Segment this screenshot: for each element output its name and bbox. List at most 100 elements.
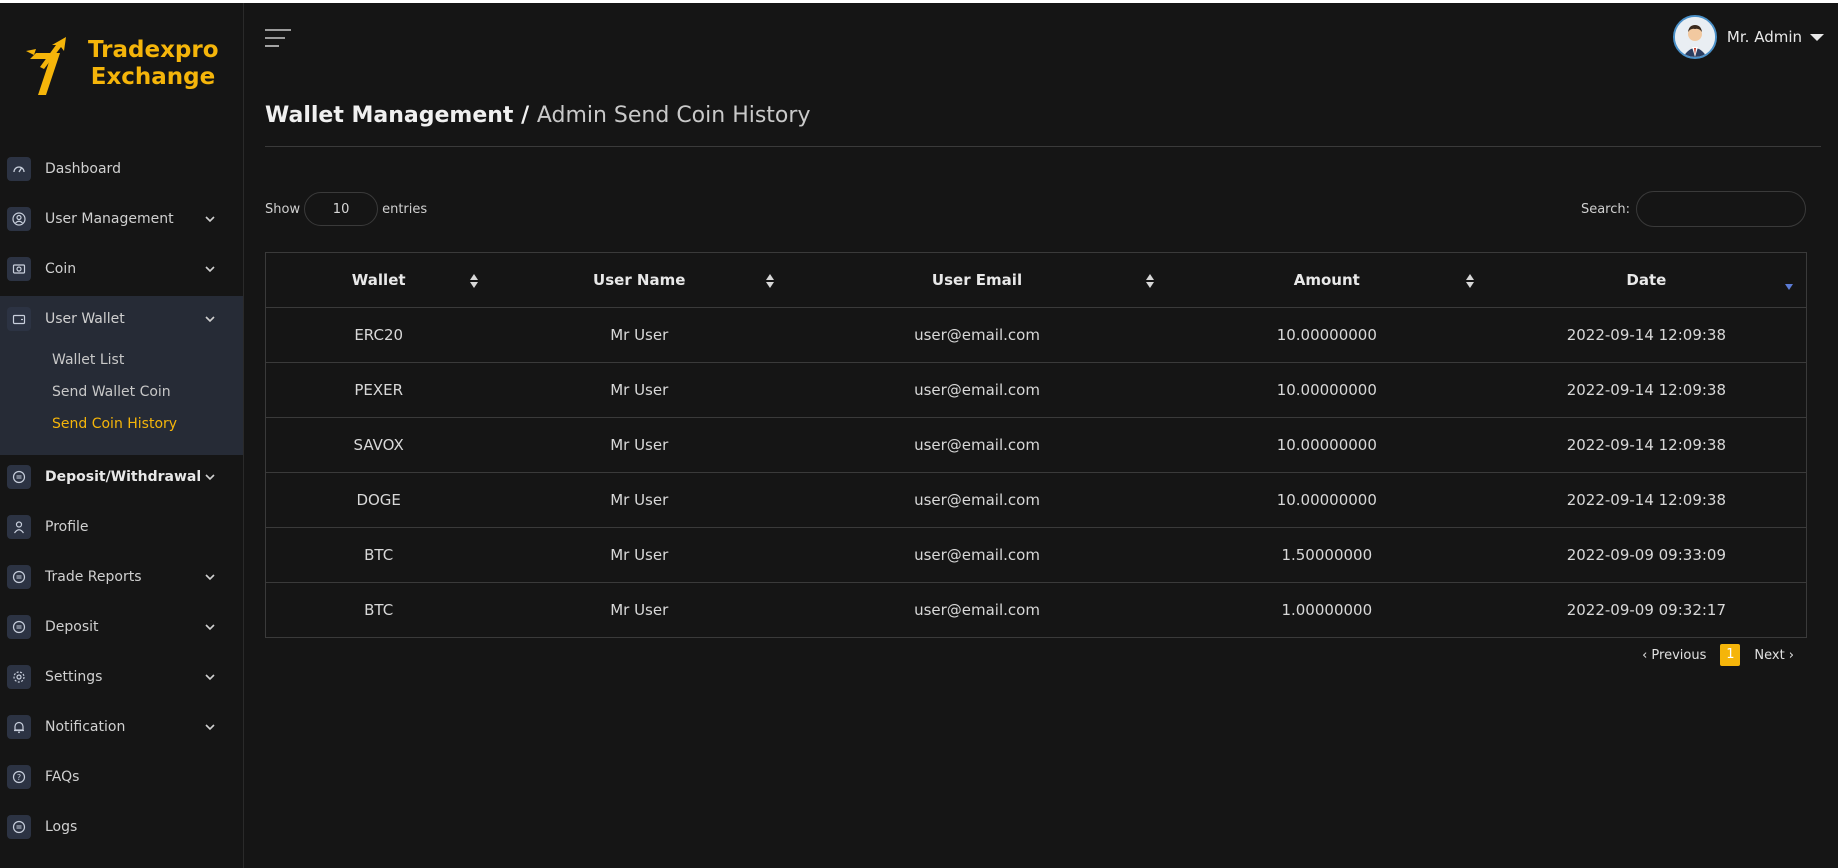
breadcrumb: Admin Send Coin History	[536, 103, 811, 128]
exchange-icon	[7, 565, 31, 589]
cell-amount: 10.00000000	[1166, 362, 1487, 418]
avatar	[1672, 15, 1717, 59]
divider	[265, 146, 1821, 147]
hamburger-menu-icon[interactable]	[265, 27, 291, 49]
gear-icon	[7, 665, 31, 689]
cell-user-email: user@email.com	[787, 307, 1167, 363]
column-header-label: User Email	[931, 271, 1023, 289]
sidebar-item-faqs[interactable]: ? FAQs	[0, 755, 243, 799]
send-coin-history-table: Wallet User Name User Email Amount Date	[265, 252, 1807, 638]
table-row: BTC Mr User user@email.com 1.00000000 20…	[265, 582, 1807, 638]
cell-user-name: Mr User	[491, 362, 788, 418]
cell-user-name: Mr User	[491, 582, 788, 638]
cell-wallet: BTC	[265, 582, 492, 638]
cell-wallet: BTC	[265, 527, 492, 583]
column-header-user-name[interactable]: User Name	[491, 252, 788, 308]
column-header-date[interactable]: Date	[1486, 252, 1807, 308]
sidebar-item-notification[interactable]: Notification	[0, 705, 243, 749]
cell-user-email: user@email.com	[787, 582, 1167, 638]
page-title: Wallet Management / Admin Send Coin Hist…	[265, 103, 810, 128]
coin-icon	[7, 257, 31, 281]
chevron-down-icon	[205, 574, 215, 581]
logo-icon	[26, 37, 66, 95]
table-row: ERC20 Mr User user@email.com 10.00000000…	[265, 307, 1807, 363]
entries-select[interactable]	[304, 192, 379, 226]
sidebar-item-label: Coin	[45, 261, 77, 277]
column-header-label: User Name	[593, 271, 686, 289]
sidebar-item-label: Deposit	[45, 619, 99, 635]
sidebar-subitem-send-coin-history[interactable]: Send Coin History	[52, 416, 177, 432]
sidebar-item-dashboard[interactable]: Dashboard	[0, 147, 243, 191]
cell-user-email: user@email.com	[787, 472, 1167, 528]
user-circle-icon	[7, 207, 31, 231]
cell-date: 2022-09-14 12:09:38	[1486, 362, 1807, 418]
page-title-main: Wallet Management /	[265, 103, 530, 128]
sidebar-item-label: User Wallet	[45, 311, 125, 327]
brand-line1: Tradexpro	[88, 37, 219, 63]
sidebar-item-label: User Management	[45, 211, 174, 227]
sidebar-item-logs[interactable]: Logs	[0, 805, 243, 849]
column-header-wallet[interactable]: Wallet	[265, 252, 492, 308]
sidebar-item-label: Deposit/Withdrawal	[45, 469, 202, 485]
question-icon: ?	[7, 765, 31, 789]
sidebar-item-profile[interactable]: Profile	[0, 505, 243, 549]
search-control: Search:	[1581, 191, 1806, 227]
sidebar-item-trade-reports[interactable]: Trade Reports	[0, 555, 243, 599]
cell-amount: 1.00000000	[1166, 582, 1487, 638]
next-page-button[interactable]: Next ›	[1746, 648, 1802, 663]
chevron-down-icon	[205, 266, 215, 273]
previous-page-button[interactable]: ‹ Previous	[1634, 648, 1714, 663]
chevron-down-icon	[205, 624, 215, 631]
cell-amount: 10.00000000	[1166, 307, 1487, 363]
brand-line2: Exchange	[90, 64, 216, 90]
bell-icon	[7, 715, 31, 739]
pagination: ‹ Previous 1 Next ›	[1634, 644, 1802, 666]
user-icon	[7, 515, 31, 539]
sort-desc-icon	[1785, 284, 1793, 290]
sidebar-item-coin[interactable]: Coin	[0, 247, 243, 291]
brand-logo[interactable]: Tradexpro Exchange	[26, 33, 219, 99]
column-header-amount[interactable]: Amount	[1166, 252, 1487, 308]
sidebar-subitem-send-wallet-coin[interactable]: Send Wallet Coin	[52, 384, 171, 400]
cell-user-name: Mr User	[491, 472, 788, 528]
sort-icon	[766, 274, 775, 288]
entries-length-control: Show entries	[265, 192, 427, 226]
chevron-down-icon	[205, 216, 215, 223]
search-input[interactable]	[1636, 191, 1806, 227]
table-row: SAVOX Mr User user@email.com 10.00000000…	[265, 417, 1807, 473]
sidebar-subitem-wallet-list[interactable]: Wallet List	[52, 352, 124, 368]
cell-user-email: user@email.com	[787, 417, 1167, 473]
current-page-button[interactable]: 1	[1720, 644, 1741, 666]
sidebar-item-label: Notification	[45, 719, 126, 735]
cell-wallet: DOGE	[265, 472, 492, 528]
column-header-label: Wallet	[351, 271, 406, 289]
search-label: Search:	[1580, 201, 1630, 217]
sidebar-item-label: Profile	[45, 519, 89, 535]
cell-amount: 1.50000000	[1166, 527, 1487, 583]
cell-date: 2022-09-14 12:09:38	[1486, 307, 1807, 363]
sidebar-item-label: Trade Reports	[45, 569, 142, 585]
main-content: Mr. Admin Wallet Management / Admin Send…	[245, 3, 1838, 868]
sidebar-item-user-management[interactable]: User Management	[0, 197, 243, 241]
entries-label: entries	[382, 201, 428, 217]
sidebar-item-deposit-withdrawal[interactable]: Deposit/Withdrawal	[0, 455, 243, 499]
cell-wallet: ERC20	[265, 307, 492, 363]
sidebar-item-label: Dashboard	[45, 161, 121, 177]
sort-icon	[470, 274, 479, 288]
caret-down-icon	[1810, 33, 1824, 41]
chevron-down-icon	[205, 724, 215, 731]
cell-wallet: SAVOX	[265, 417, 492, 473]
user-name: Mr. Admin	[1726, 28, 1802, 46]
sidebar-item-settings[interactable]: Settings	[0, 655, 243, 699]
cell-date: 2022-09-09 09:33:09	[1486, 527, 1807, 583]
user-menu[interactable]: Mr. Admin	[1672, 15, 1824, 59]
cell-user-name: Mr User	[491, 527, 788, 583]
sidebar-item-deposit[interactable]: Deposit	[0, 605, 243, 649]
column-header-user-email[interactable]: User Email	[787, 252, 1167, 308]
table-row: PEXER Mr User user@email.com 10.00000000…	[265, 362, 1807, 418]
sidebar-item-label: Settings	[45, 669, 103, 685]
sidebar-item-label: FAQs	[45, 769, 80, 785]
table-row: BTC Mr User user@email.com 1.50000000 20…	[265, 527, 1807, 583]
sidebar-item-user-wallet[interactable]: User Wallet	[0, 297, 243, 341]
exchange-icon	[7, 465, 31, 489]
